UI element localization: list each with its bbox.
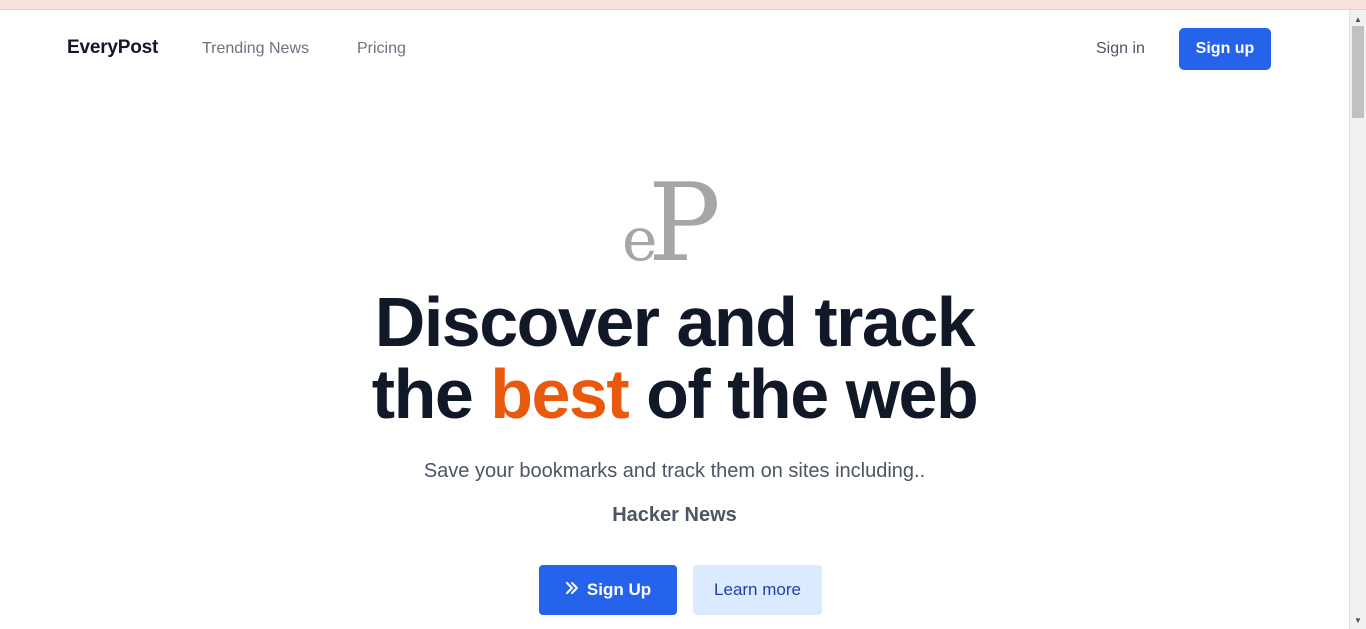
hero-sign-up-button[interactable]: Sign Up — [539, 565, 677, 615]
hero-headline: Discover and track the best of the web — [0, 286, 1349, 430]
browser-top-strip — [0, 0, 1366, 10]
headline-line-2-suffix: of the web — [628, 355, 979, 433]
headline-line-1: Discover and track — [374, 283, 976, 361]
sign-up-button[interactable]: Sign up — [1179, 28, 1271, 70]
scrollbar-thumb[interactable] — [1352, 26, 1364, 118]
sign-in-link[interactable]: Sign in — [1096, 40, 1145, 58]
nav-link-pricing[interactable]: Pricing — [357, 40, 406, 58]
hero-sign-up-label: Sign Up — [586, 580, 652, 599]
navbar: EveryPost Trending News Pricing Sign in … — [0, 10, 1349, 90]
everypost-logo-icon: e P — [618, 161, 722, 286]
triangle-down-icon[interactable]: ▼ — [1350, 613, 1366, 627]
vertical-scrollbar[interactable]: ▲ ▼ — [1349, 10, 1366, 629]
headline-accent: best — [490, 355, 629, 433]
headline-line-2-prefix: the — [371, 355, 491, 433]
learn-more-button[interactable]: Learn more — [693, 565, 822, 615]
rotating-site-name: Hacker News — [612, 504, 737, 526]
chevrons-right-icon — [565, 580, 579, 600]
brand-logo[interactable]: EveryPost — [67, 37, 158, 59]
logo-letter-p: P — [648, 168, 721, 268]
hero-subtitle: Save your bookmarks and track them on si… — [423, 460, 926, 482]
triangle-up-icon[interactable]: ▲ — [1350, 12, 1366, 26]
nav-link-trending-news[interactable]: Trending News — [202, 40, 309, 58]
page: EveryPost Trending News Pricing Sign in … — [0, 10, 1349, 629]
